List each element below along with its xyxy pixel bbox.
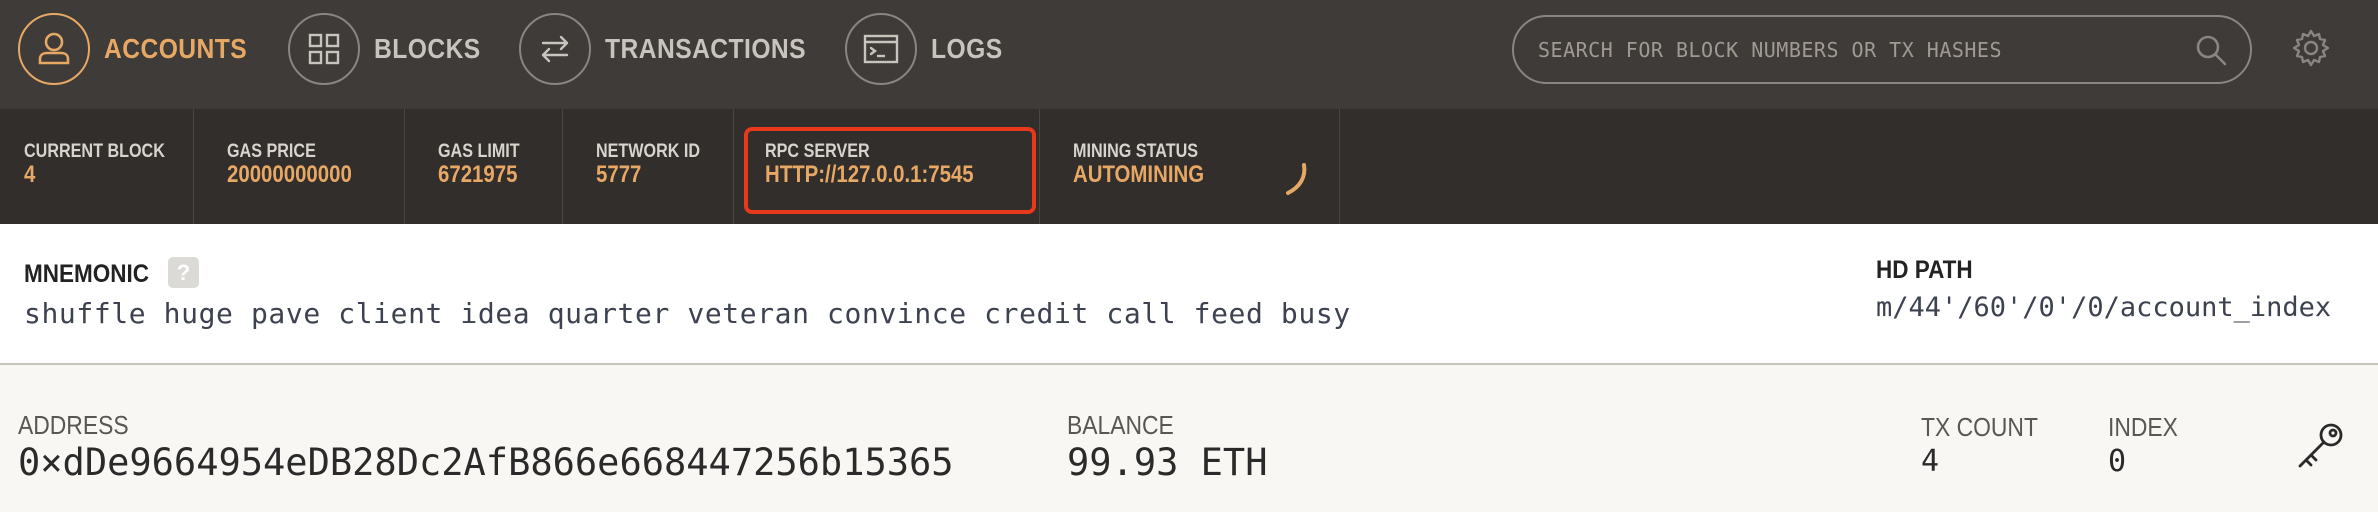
nav-accounts-label: ACCOUNTS [104, 33, 248, 64]
balance-label: BALANCE [1067, 410, 1174, 440]
status-bar: CURRENT BLOCK 4 GAS PRICE 20000000000 GA… [0, 109, 2378, 224]
tx-count-label: TX COUNT [1921, 412, 2038, 442]
mining-spinner-icon [1282, 159, 1314, 204]
mnemonic-words: shuffle huge pave client idea quarter ve… [24, 297, 1351, 330]
gas-limit-label: GAS LIMIT [438, 141, 520, 162]
search-icon[interactable] [2194, 33, 2228, 72]
nav-logs[interactable]: LOGS [845, 11, 1012, 87]
current-block-value: 4 [24, 161, 36, 188]
index-label: INDEX [2108, 412, 2178, 442]
swap-arrows-icon [519, 13, 591, 85]
key-icon[interactable] [2294, 421, 2346, 478]
nav-blocks-label: BLOCKS [374, 33, 481, 64]
grid-icon [288, 13, 360, 85]
nav-logs-label: LOGS [931, 33, 1003, 64]
tx-count-value: 4 [1921, 444, 1940, 479]
gas-price-label: GAS PRICE [227, 141, 316, 162]
address-value: 0×dDe9664954eDB28Dc2AfB866e668447256b153… [18, 441, 954, 484]
gas-price-stat: GAS PRICE 20000000000 [194, 109, 405, 224]
terminal-icon [845, 13, 917, 85]
gas-limit-value: 6721975 [438, 161, 518, 188]
user-icon [18, 13, 90, 85]
search-box [1512, 15, 2252, 84]
rpc-server-highlight [744, 127, 1036, 214]
current-block-stat: CURRENT BLOCK 4 [0, 109, 194, 224]
nav-transactions[interactable]: TRANSACTIONS [519, 11, 833, 87]
nav-transactions-label: TRANSACTIONS [605, 33, 807, 64]
current-block-label: CURRENT BLOCK [24, 141, 165, 162]
balance-value: 99.93 ETH [1067, 441, 1268, 484]
index-value: 0 [2108, 444, 2127, 479]
network-id-stat: NETWORK ID 5777 [563, 109, 734, 224]
help-badge[interactable]: ? [168, 257, 199, 288]
gas-price-value: 20000000000 [227, 161, 352, 188]
gas-limit-stat: GAS LIMIT 6721975 [405, 109, 563, 224]
mnemonic-label: MNEMONIC [24, 260, 150, 288]
hd-path-label: HD PATH [1876, 256, 1973, 284]
gear-icon[interactable] [2291, 28, 2331, 73]
search-input[interactable] [1538, 17, 2178, 82]
nav-blocks[interactable]: BLOCKS [288, 11, 495, 87]
network-id-label: NETWORK ID [596, 141, 701, 162]
mnemonic-section: MNEMONIC ? shuffle huge pave client idea… [0, 224, 2378, 365]
top-navigation: ACCOUNTS BLOCKS TRANSACTIONS LOGS SEARCH… [0, 0, 2378, 109]
nav-accounts[interactable]: ACCOUNTS [18, 11, 267, 87]
address-label: ADDRESS [18, 410, 129, 440]
network-id-value: 5777 [596, 161, 642, 188]
mining-status-label: MINING STATUS [1073, 141, 1199, 162]
account-row: ADDRESS 0×dDe9664954eDB28Dc2AfB866e66844… [0, 365, 2378, 512]
hd-path-value: m/44'/60'/0'/0/account_index [1876, 292, 2332, 323]
mining-status-value: AUTOMINING [1073, 161, 1205, 188]
